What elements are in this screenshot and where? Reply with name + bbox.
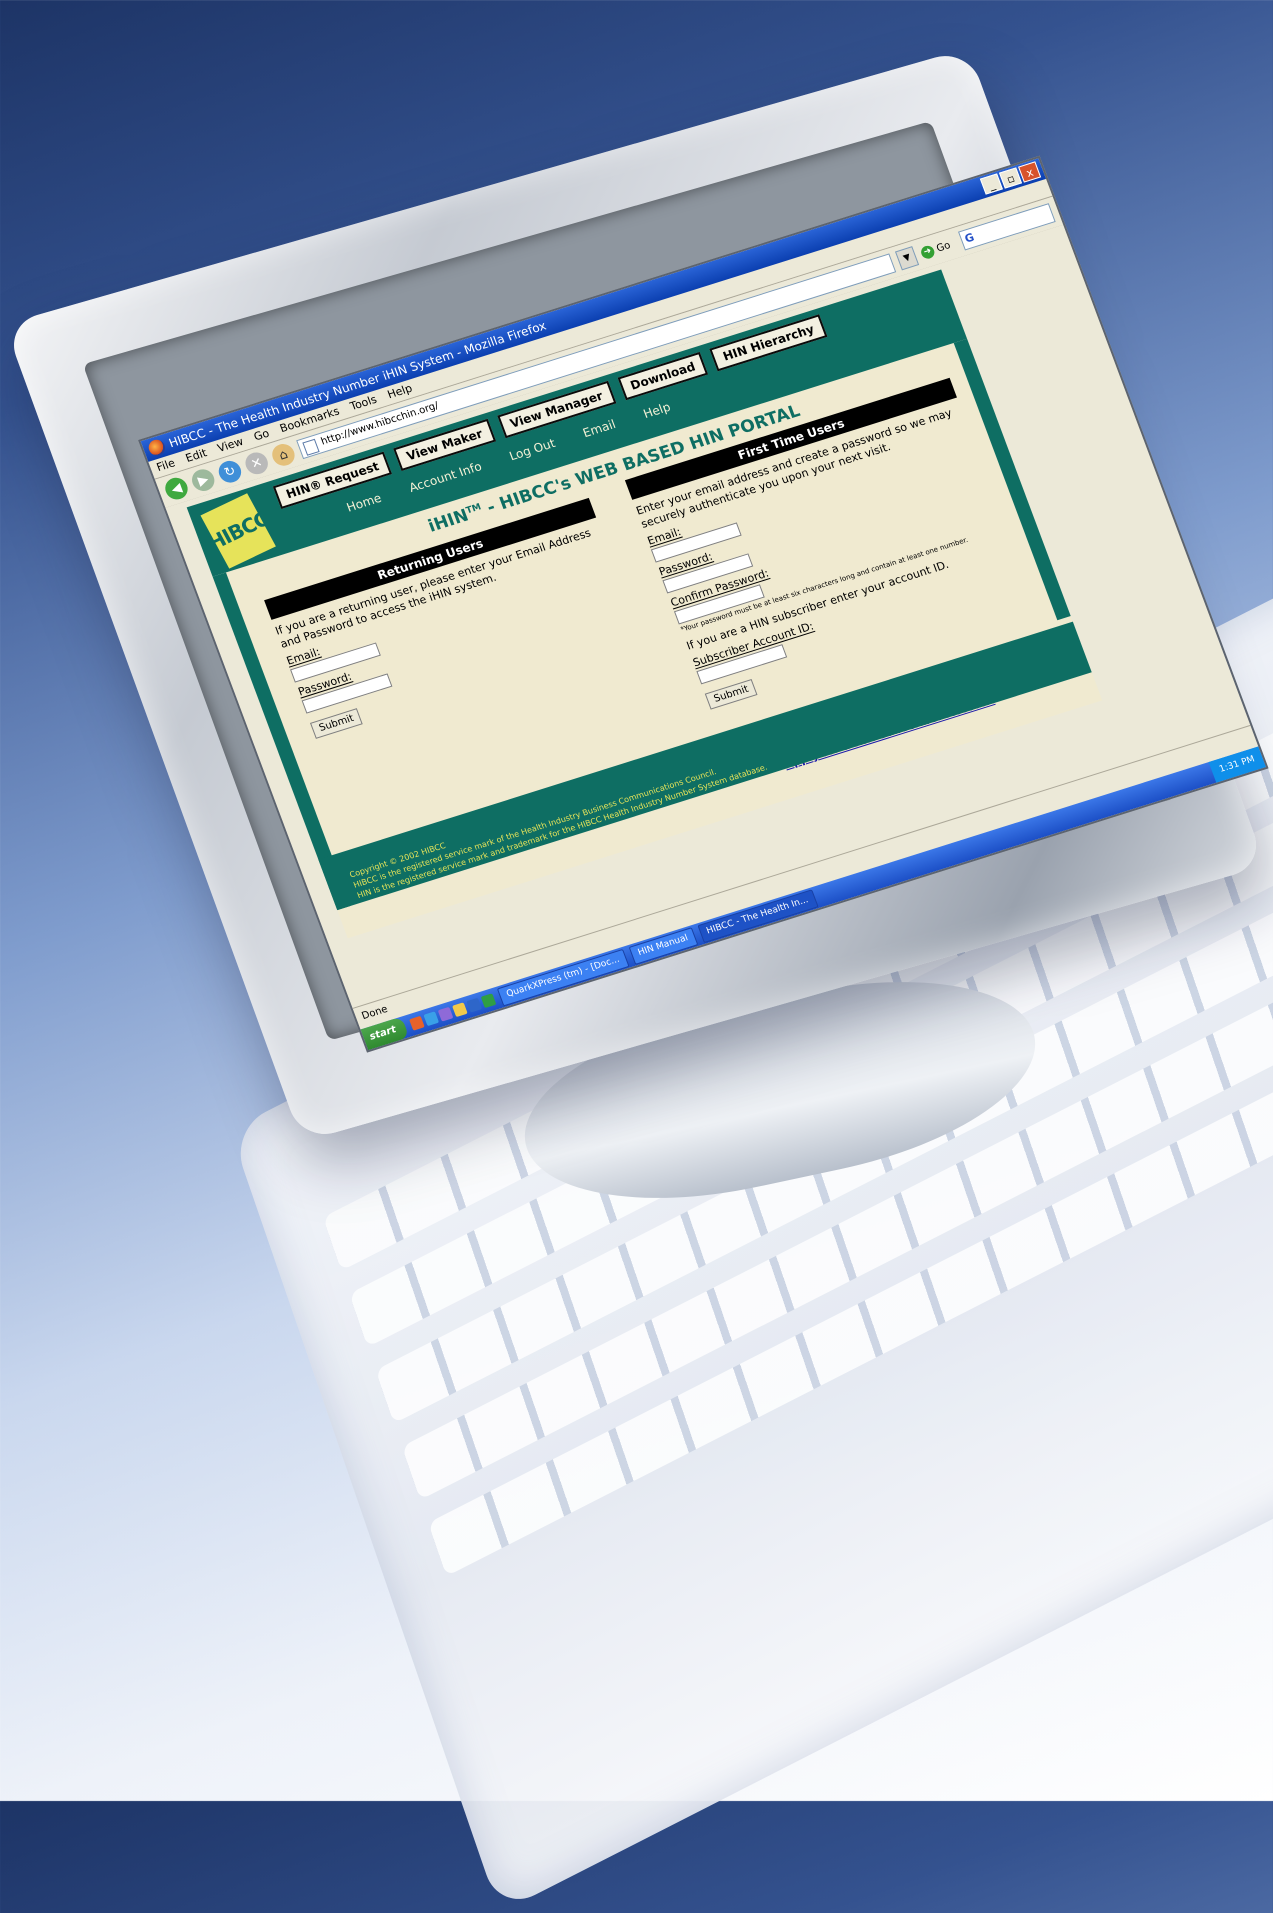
ie-quicklaunch-icon[interactable] [423, 1011, 440, 1027]
first-time-submit-button[interactable]: Submit [704, 678, 758, 710]
returning-submit-button[interactable]: Submit [309, 708, 364, 739]
close-button[interactable]: x [1018, 161, 1042, 183]
link-email[interactable]: Email [581, 417, 618, 440]
back-arrow-icon[interactable]: ◀ [162, 474, 191, 503]
home-icon[interactable]: ⌂ [269, 441, 298, 469]
stop-icon[interactable]: ✕ [242, 449, 272, 477]
footer-copyright: Copyright © 2002 HIBCC [348, 840, 447, 880]
forward-arrow-icon[interactable]: ▶ [188, 466, 218, 494]
footer-text: Copyright © 2002 HIBCC HIBCC is the regi… [348, 741, 769, 901]
reload-icon[interactable]: ↻ [215, 458, 245, 486]
folder-quicklaunch-icon[interactable] [452, 1002, 468, 1018]
link-help[interactable]: Help [641, 400, 672, 421]
app-quicklaunch-icon[interactable] [437, 1006, 454, 1022]
portal-title-ihin: iHIN [425, 505, 472, 537]
firefox-icon [146, 437, 168, 458]
link-log-out[interactable]: Log Out [507, 436, 557, 463]
go-button[interactable]: ➜ Go [919, 237, 958, 260]
go-label: Go [934, 239, 952, 255]
address-dropdown-icon[interactable]: ▼ [895, 246, 920, 271]
page-icon [302, 438, 320, 456]
go-arrow-icon: ➜ [919, 243, 937, 260]
link-home[interactable]: Home [345, 491, 384, 515]
hibcc-logo[interactable]: HIBCC [200, 493, 276, 569]
firefox-quicklaunch-icon[interactable] [409, 1015, 425, 1031]
word-quicklaunch-icon[interactable] [466, 997, 483, 1013]
excel-quicklaunch-icon[interactable] [480, 993, 497, 1009]
footer-hibcc-mark: HIBCC is the registered service mark of … [352, 767, 718, 890]
